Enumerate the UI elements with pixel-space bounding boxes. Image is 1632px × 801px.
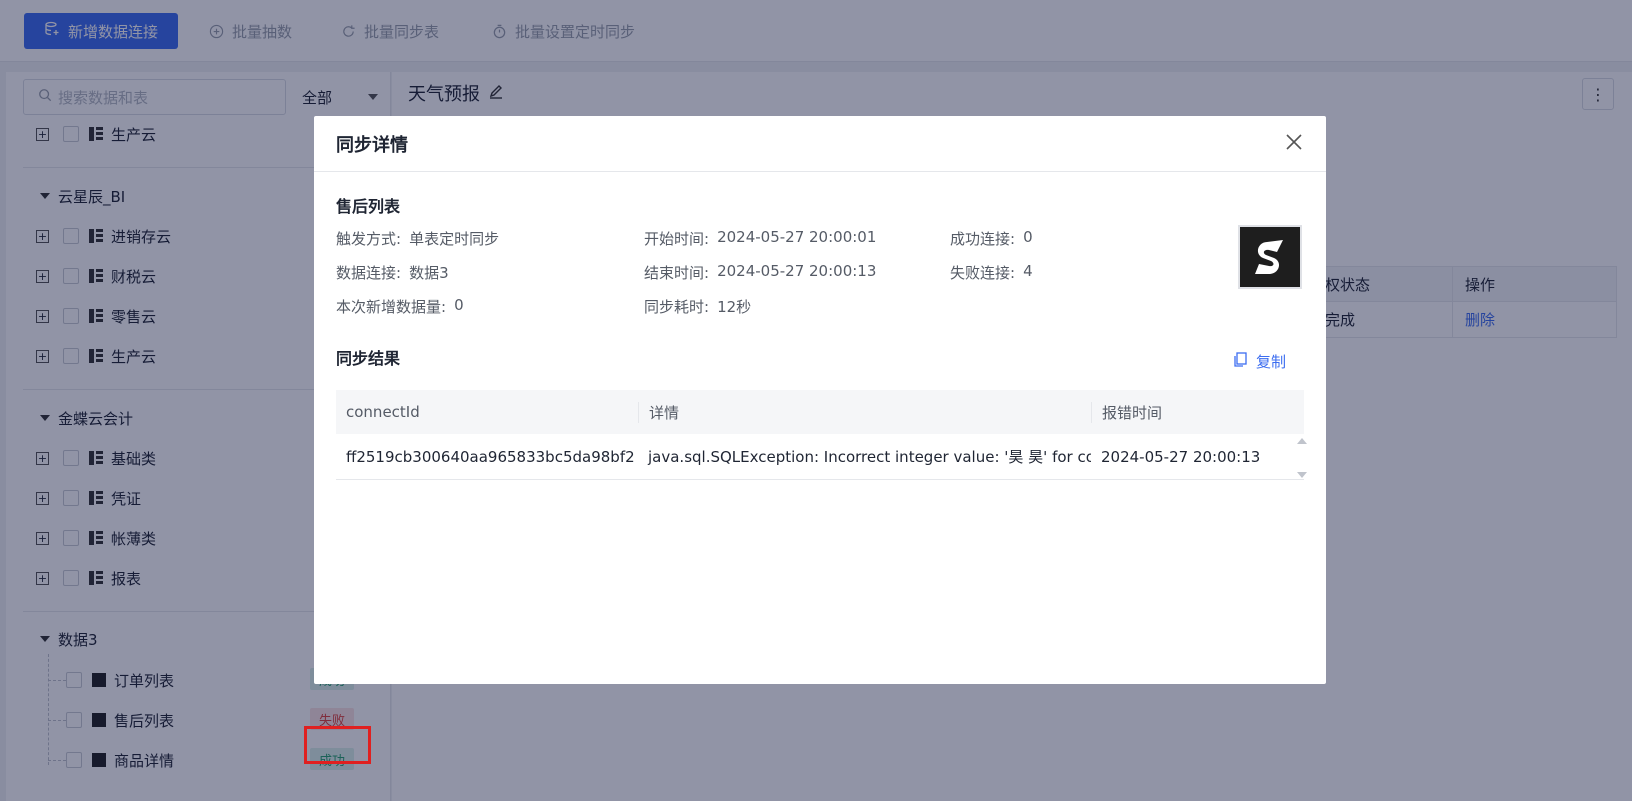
success-value: 0 [1023,228,1033,246]
column-header: connectId [346,403,420,421]
connection-value: 数据3 [409,264,449,282]
result-title: 同步结果 [336,349,401,368]
connection-label: 数据连接: [336,264,402,282]
brand-logo-icon [1255,240,1283,274]
sync-detail-dialog: 同步详情 售后列表 触发方式: 单表定时同步 数据连接: 数据3 本次新增数据量… [314,116,1326,684]
trigger-label: 触发方式: [336,230,402,248]
connection-info: 数据连接: 数据3 [336,262,449,283]
datasource-logo [1238,225,1302,289]
table-header: connectId 详情 报错时间 [336,390,1304,434]
fail-label: 失败连接: [950,264,1016,282]
close-icon [1285,133,1303,155]
column-header: 详情 [638,401,1091,423]
success-label: 成功连接: [950,230,1016,248]
new-rows-value: 0 [454,296,464,314]
new-rows-label: 本次新增数据量: [336,298,447,316]
section-title: 售后列表 [336,197,401,216]
copy-label: 复制 [1255,353,1286,371]
result-table: connectId 详情 报错时间 ff2519cb300640aa965833… [336,390,1307,480]
dialog-title: 同步详情 [336,134,408,156]
connect-id-cell: ff2519cb300640aa965833bc5da98bf2 [346,447,635,466]
fail-value: 4 [1023,262,1033,280]
close-button[interactable] [1282,132,1306,156]
error-time-cell: 2024-05-27 20:00:13 [1101,447,1261,466]
duration-label: 同步耗时: [644,298,710,316]
end-time-label: 结束时间: [644,264,710,282]
end-time-value: 2024-05-27 20:00:13 [717,262,877,280]
duration-value: 12秒 [717,298,752,316]
table-row: ff2519cb300640aa965833bc5da98bf2 java.sq… [336,434,1304,480]
start-time-info: 开始时间: 2024-05-27 20:00:01 [644,228,876,249]
start-time-label: 开始时间: [644,230,710,248]
end-time-info: 结束时间: 2024-05-27 20:00:13 [644,262,876,283]
fail-info: 失败连接: 4 [950,262,1033,283]
scroll-down-icon[interactable] [1297,472,1307,478]
highlight-box [304,726,371,764]
copy-button[interactable]: 复制 [1233,351,1286,372]
copy-icon [1233,351,1248,372]
dialog-header: 同步详情 [314,116,1326,172]
scroll-up-icon[interactable] [1297,438,1307,444]
detail-cell[interactable]: java.sql.SQLException: Incorrect integer… [638,446,1091,467]
column-header: 报错时间 [1091,401,1304,423]
start-time-value: 2024-05-27 20:00:01 [717,228,877,246]
table-scrollbar[interactable] [1296,438,1308,478]
success-info: 成功连接: 0 [950,228,1033,249]
duration-info: 同步耗时: 12秒 [644,296,751,317]
trigger-info: 触发方式: 单表定时同步 [336,228,499,249]
new-rows-info: 本次新增数据量: 0 [336,296,464,317]
trigger-value: 单表定时同步 [409,230,500,248]
